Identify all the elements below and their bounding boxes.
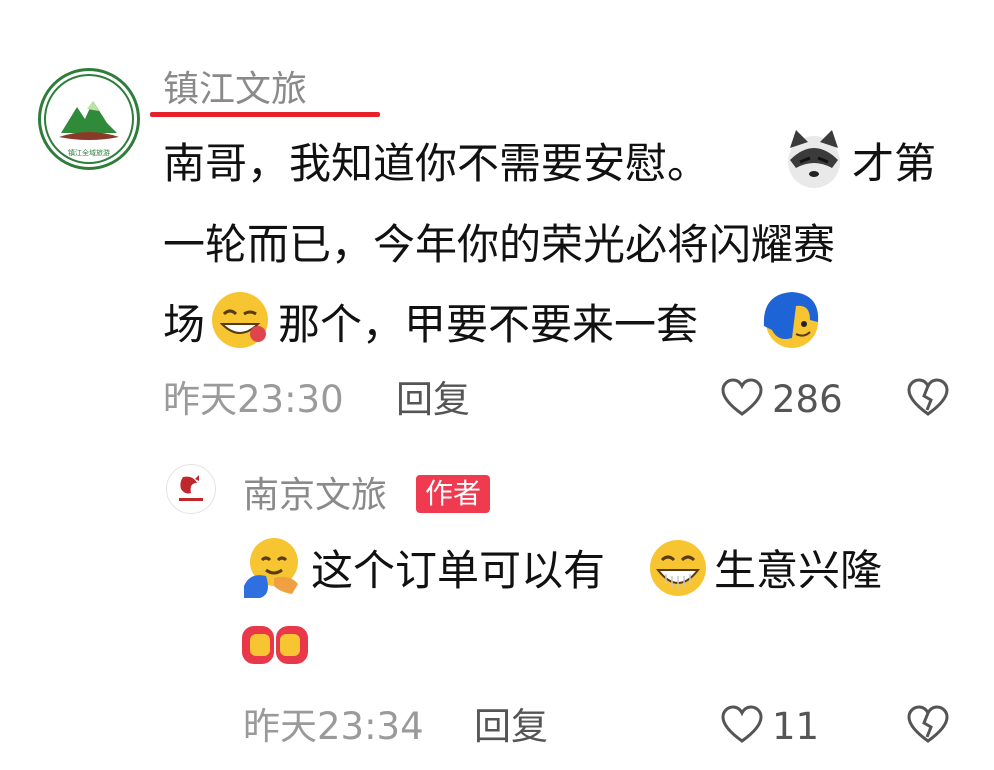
comment2-like-count: 11 bbox=[772, 705, 820, 748]
broken-heart-icon[interactable] bbox=[906, 378, 950, 418]
comment1-like-count: 286 bbox=[772, 378, 843, 421]
wolf-emoji-icon bbox=[788, 130, 840, 188]
svg-text:镇江全域旅游: 镇江全域旅游 bbox=[68, 148, 110, 157]
blue-hair-emoji-icon bbox=[763, 292, 819, 348]
grin-tongue-emoji-icon bbox=[212, 292, 268, 348]
comment1-reply-button[interactable]: 回复 bbox=[396, 381, 470, 418]
heart-outline-icon[interactable] bbox=[720, 705, 764, 745]
red-underline-annotation bbox=[150, 112, 380, 117]
zhenjiang-avatar[interactable]: 镇江全域旅游 bbox=[38, 68, 140, 170]
mountain-logo-icon: 镇江全域旅游 bbox=[44, 74, 134, 164]
comment1-text-line2: 一轮而已，今年你的荣光必将闪耀赛 bbox=[163, 220, 836, 269]
comment2-text-line1b: 生意兴隆 bbox=[714, 546, 883, 595]
nanjing-avatar[interactable] bbox=[166, 464, 216, 514]
comment2-text-line1a: 这个订单可以有 bbox=[311, 546, 606, 595]
comment1-text-line3b: 那个，甲要不要来一套 bbox=[278, 300, 699, 349]
comment2-reply-button[interactable]: 回复 bbox=[474, 708, 548, 745]
fist-bump-emoji-icon bbox=[242, 626, 308, 664]
comment2-username[interactable]: 南京文旅 bbox=[243, 478, 387, 514]
comment1-text-line1: 南哥，我知道你不需要安慰。 bbox=[163, 143, 709, 185]
comment1-line1-text: 南哥，我知道你不需要安慰。 bbox=[163, 139, 710, 188]
comment1-username[interactable]: 镇江文旅 bbox=[163, 72, 307, 108]
comment1-timestamp: 昨天23:30 bbox=[163, 378, 344, 421]
comment2-timestamp: 昨天23:34 bbox=[243, 705, 424, 748]
big-grin-emoji-icon bbox=[650, 540, 706, 596]
broken-heart-icon[interactable] bbox=[906, 705, 950, 745]
author-badge: 作者 bbox=[416, 475, 491, 513]
comment1-text-line3a: 场 bbox=[163, 300, 206, 349]
nanjing-logo-icon bbox=[168, 466, 214, 512]
comment1-text-line1b: 才第 bbox=[852, 139, 937, 188]
heart-outline-icon[interactable] bbox=[720, 378, 764, 418]
hug-emoji-icon bbox=[244, 538, 298, 598]
